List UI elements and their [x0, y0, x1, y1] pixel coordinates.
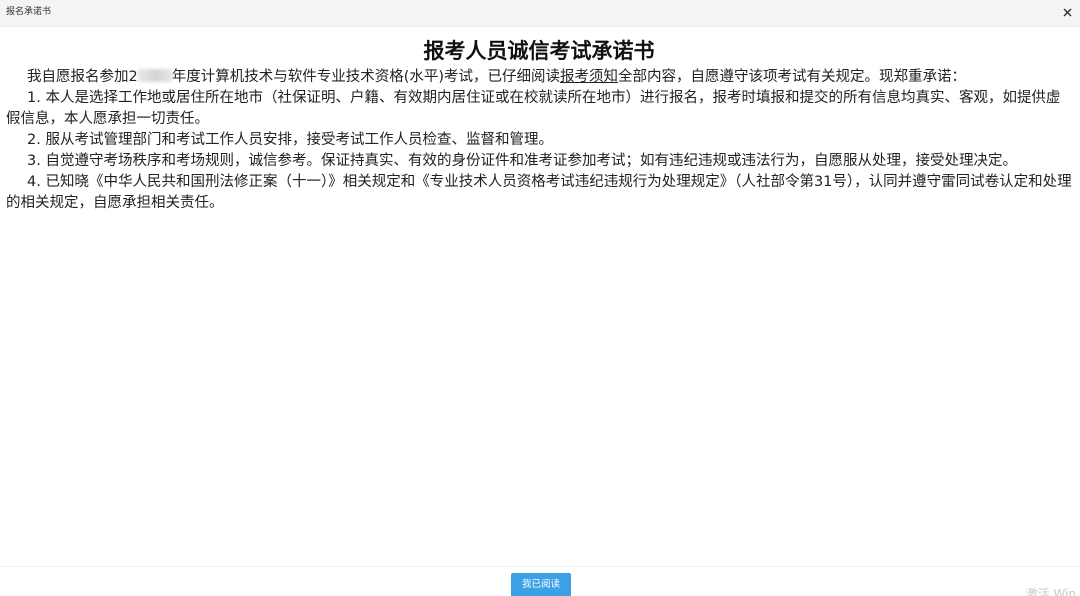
commitment-item-3: 3. 自觉遵守考场秩序和考场规则，诚信参考。保证持真实、有效的身份证件和准考证参… [27, 153, 1017, 169]
commitment-item-1: 1. 本人是选择工作地或居住所在地市（社保证明、户籍、有效期内居住证或在校就读所… [6, 90, 1061, 127]
intro-text-end: 全部内容，自愿遵守该项考试有关规定。现郑重承诺： [618, 69, 967, 85]
commitment-item-2: 2. 服从考试管理部门和考试工作人员安排，接受考试工作人员检查、监督和管理。 [27, 132, 553, 148]
dialog-title: 报名承诺书 [6, 7, 52, 17]
document-title: 报考人员诚信考试承诺书 [423, 39, 655, 63]
document-body: 报考人员诚信考试承诺书 我自愿报名参加2 年度计算机技术与软件专业技术资格(水平)… [6, 36, 1072, 214]
activation-watermark: 激活 Win [1025, 587, 1076, 596]
intro-text-start: 我自愿报名参加2 [27, 69, 138, 85]
commitment-item-4: 4. 已知晓《中华人民共和国刑法修正案（十一）》相关规定和《专业技术人员资格考试… [6, 174, 1072, 211]
exam-notice-link[interactable]: 报考须知 [560, 69, 618, 85]
close-button[interactable] [1058, 3, 1076, 21]
intro-text-middle: 年度计算机技术与软件专业技术资格(水平)考试，已仔细阅读 [171, 69, 561, 85]
intro-paragraph: 我自愿报名参加2 年度计算机技术与软件专业技术资格(水平)考试，已仔细阅读报考须知… [6, 67, 1072, 88]
commitment-dialog: 报名承诺书 报考人员诚信考试承诺书 我自愿报名参加2 年度计算机技术与软件专业技术… [0, 0, 1080, 596]
confirm-read-button[interactable]: 我已阅读 [511, 573, 571, 596]
redacted-year [137, 69, 172, 82]
dialog-titlebar: 报名承诺书 [0, 0, 1080, 27]
dialog-footer: 我已阅读 激活 Win [0, 566, 1080, 596]
close-icon [1063, 8, 1071, 16]
